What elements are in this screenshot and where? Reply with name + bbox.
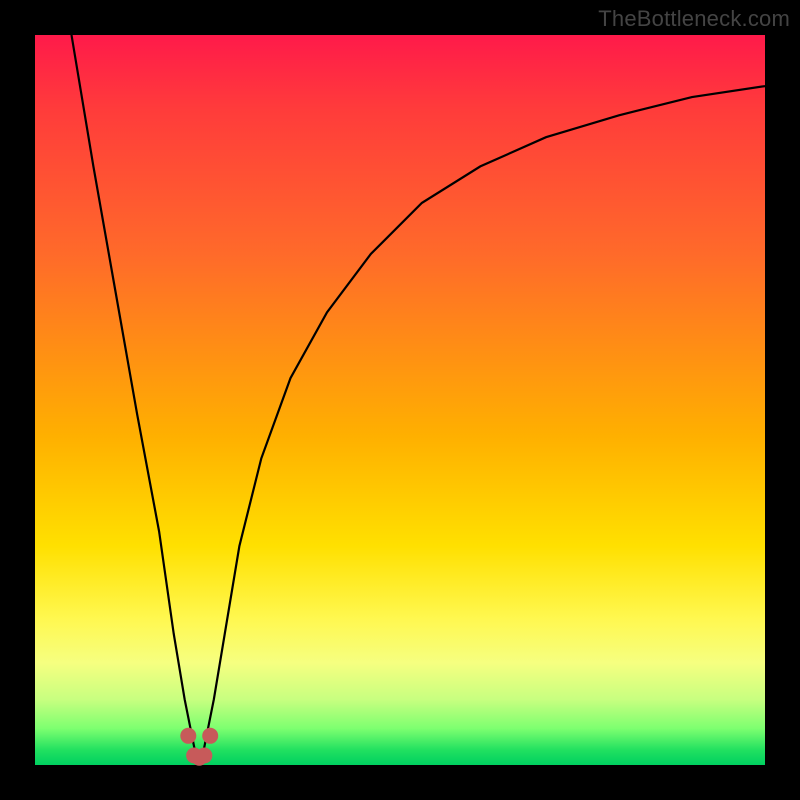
minimum-markers bbox=[180, 728, 218, 766]
chart-svg bbox=[35, 35, 765, 765]
watermark-text: TheBottleneck.com bbox=[598, 6, 790, 32]
bottleneck-curve bbox=[72, 35, 766, 758]
chart-plot-area bbox=[35, 35, 765, 765]
minimum-marker bbox=[196, 748, 212, 764]
minimum-marker bbox=[180, 728, 196, 744]
chart-frame: TheBottleneck.com bbox=[0, 0, 800, 800]
minimum-marker bbox=[202, 728, 218, 744]
